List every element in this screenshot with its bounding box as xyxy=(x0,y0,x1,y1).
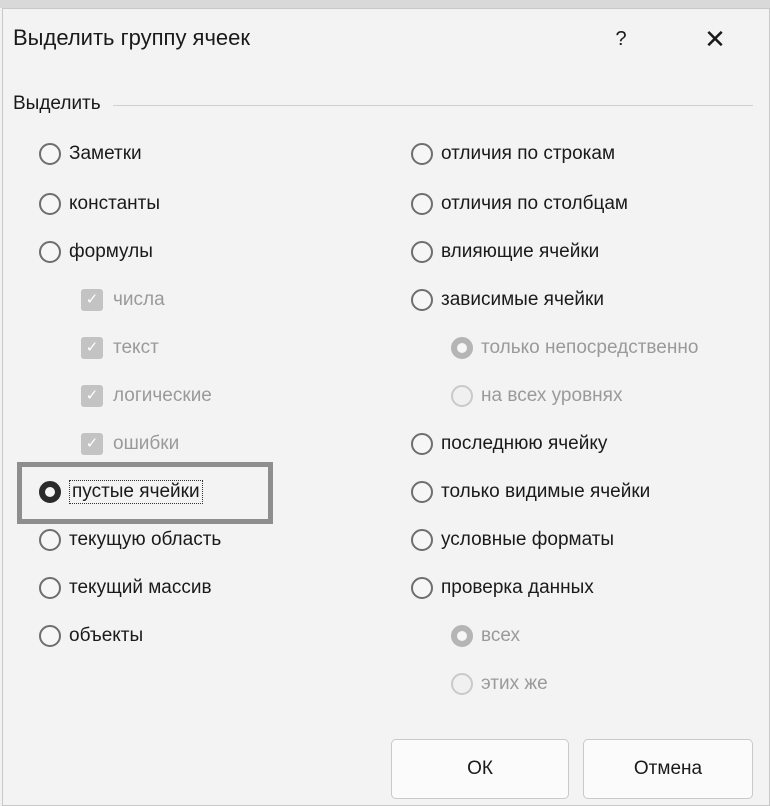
radio-icon[interactable] xyxy=(411,481,433,503)
option-column-differences[interactable]: отличия по столбцам xyxy=(411,189,628,219)
option-row-differences[interactable]: отличия по строкам xyxy=(411,139,615,169)
checkbox-numbers[interactable]: ✓ числа xyxy=(81,285,165,315)
help-button[interactable]: ? xyxy=(603,19,639,59)
option-label: текущую область xyxy=(69,529,222,550)
option-label: всех xyxy=(481,625,521,646)
radio-icon[interactable] xyxy=(39,577,61,599)
option-label: Заметки xyxy=(69,143,142,164)
option-label: последнюю ячейку xyxy=(441,433,608,454)
radio-icon[interactable] xyxy=(451,673,473,695)
radio-icon[interactable] xyxy=(451,337,473,359)
option-direct-only[interactable]: только непосредственно xyxy=(451,333,698,363)
option-label: этих же xyxy=(481,673,548,694)
option-conditional-formats[interactable]: условные форматы xyxy=(411,525,614,555)
check-icon[interactable]: ✓ xyxy=(81,289,103,311)
option-label: влияющие ячейки xyxy=(441,241,600,262)
option-current-array[interactable]: текущий массив xyxy=(39,573,212,603)
dialog-title: Выделить группу ячеек xyxy=(13,25,251,50)
radio-icon[interactable] xyxy=(451,385,473,407)
radio-icon[interactable] xyxy=(411,529,433,551)
radio-icon[interactable] xyxy=(39,241,61,263)
radio-icon[interactable] xyxy=(411,577,433,599)
background-strip xyxy=(0,0,770,8)
checkbox-label: числа xyxy=(113,289,165,310)
radio-icon[interactable] xyxy=(39,193,61,215)
radio-icon[interactable] xyxy=(411,289,433,311)
option-dependents[interactable]: зависимые ячейки xyxy=(411,285,604,315)
highlight-frame xyxy=(17,462,273,524)
radio-icon[interactable] xyxy=(451,625,473,647)
option-notes[interactable]: Заметки xyxy=(39,139,142,169)
checkbox-label: ошибки xyxy=(113,433,180,454)
radio-icon[interactable] xyxy=(411,193,433,215)
option-label: проверка данных xyxy=(441,577,594,598)
radio-icon[interactable] xyxy=(39,625,61,647)
option-label: отличия по столбцам xyxy=(441,193,628,214)
option-formulas[interactable]: формулы xyxy=(39,237,153,267)
checkbox-label: логические xyxy=(113,385,212,406)
group-divider xyxy=(113,105,753,106)
option-last-cell[interactable]: последнюю ячейку xyxy=(411,429,607,459)
close-button[interactable]: ✕ xyxy=(693,19,737,59)
radio-icon[interactable] xyxy=(411,433,433,455)
checkbox-logicals[interactable]: ✓ логические xyxy=(81,381,212,411)
radio-icon[interactable] xyxy=(39,143,61,165)
radio-icon[interactable] xyxy=(411,241,433,263)
option-label: только непосредственно xyxy=(481,337,699,358)
option-label: константы xyxy=(69,193,160,214)
option-label: условные форматы xyxy=(441,529,615,550)
check-icon[interactable]: ✓ xyxy=(81,385,103,407)
checkbox-text[interactable]: ✓ текст xyxy=(81,333,159,363)
option-all-levels[interactable]: на всех уровнях xyxy=(451,381,622,411)
option-validation-all[interactable]: всех xyxy=(451,621,520,651)
radio-icon[interactable] xyxy=(39,529,61,551)
option-constants[interactable]: константы xyxy=(39,189,160,219)
cancel-button[interactable]: Отмена xyxy=(583,739,753,799)
title-bar: Выделить группу ячеек ? ✕ xyxy=(3,9,769,69)
ok-button[interactable]: ОК xyxy=(391,739,569,799)
option-label: формулы xyxy=(69,241,153,262)
check-icon[interactable]: ✓ xyxy=(81,433,103,455)
option-label: объекты xyxy=(69,625,144,646)
option-current-region[interactable]: текущую область xyxy=(39,525,221,555)
checkbox-label: текст xyxy=(113,337,159,358)
option-precedents[interactable]: влияющие ячейки xyxy=(411,237,599,267)
option-objects[interactable]: объекты xyxy=(39,621,143,651)
option-data-validation[interactable]: проверка данных xyxy=(411,573,594,603)
option-validation-same[interactable]: этих же xyxy=(451,669,548,699)
option-label: отличия по строкам xyxy=(441,143,616,164)
option-label: на всех уровнях xyxy=(481,385,623,406)
option-visible-cells-only[interactable]: только видимые ячейки xyxy=(411,477,650,507)
select-group-label: Выделить xyxy=(13,93,101,114)
go-to-special-dialog: Выделить группу ячеек ? ✕ Выделить Замет… xyxy=(2,8,770,806)
option-label: зависимые ячейки xyxy=(441,289,604,310)
radio-icon[interactable] xyxy=(411,143,433,165)
checkbox-errors[interactable]: ✓ ошибки xyxy=(81,429,179,459)
check-icon[interactable]: ✓ xyxy=(81,337,103,359)
option-label: текущий массив xyxy=(69,577,212,598)
option-label: только видимые ячейки xyxy=(441,481,651,502)
